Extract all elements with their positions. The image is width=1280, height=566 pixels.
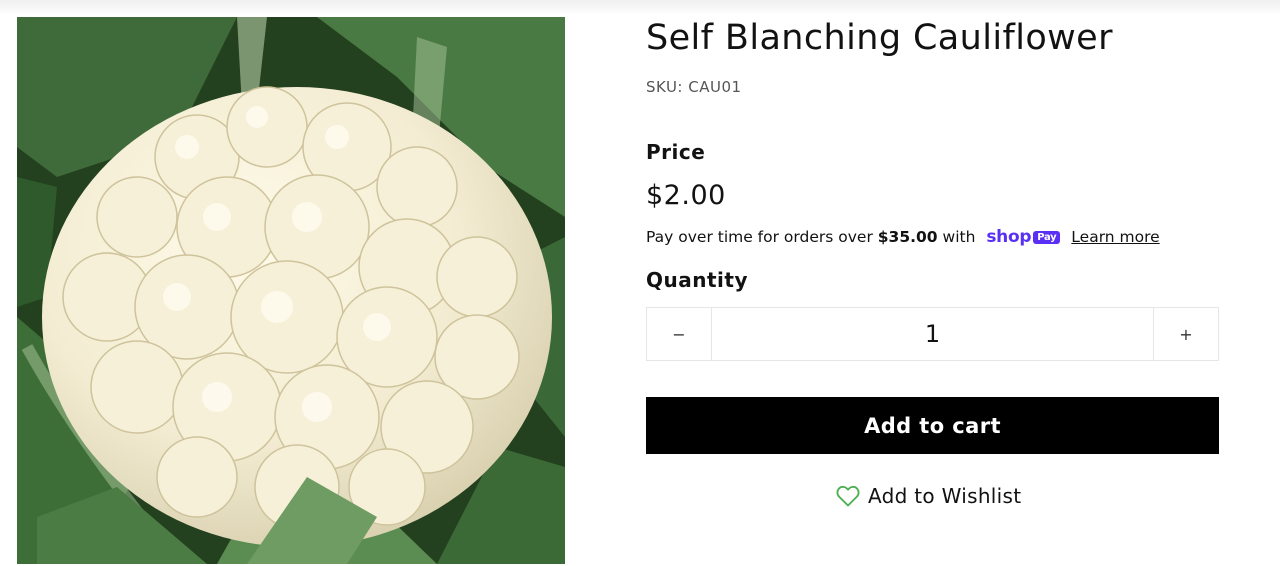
quantity-decrease-button[interactable]: − — [647, 308, 712, 360]
shop-pay-logo: shop Pay — [986, 227, 1061, 247]
quantity-input[interactable] — [712, 308, 1153, 360]
header-shadow — [0, 0, 1280, 16]
installments-with: with — [942, 228, 976, 246]
price-value: $2.00 — [646, 180, 726, 211]
quantity-stepper: − + — [646, 307, 1219, 361]
add-to-cart-button[interactable]: Add to cart — [646, 397, 1219, 454]
cauliflower-image — [17, 17, 565, 564]
heart-icon — [836, 485, 860, 507]
price-label: Price — [646, 140, 706, 164]
product-image[interactable] — [17, 17, 565, 564]
quantity-increase-button[interactable]: + — [1153, 308, 1218, 360]
quantity-label: Quantity — [646, 268, 748, 292]
shop-logo-text: shop — [986, 227, 1032, 247]
installments-message: Pay over time for orders over $35.00 wit… — [646, 227, 1160, 247]
wishlist-label: Add to Wishlist — [868, 484, 1022, 508]
learn-more-link[interactable]: Learn more — [1071, 228, 1159, 246]
installments-text: Pay over time for orders over — [646, 228, 873, 246]
add-to-wishlist-button[interactable]: Add to Wishlist — [836, 484, 1021, 508]
product-title: Self Blanching Cauliflower — [646, 18, 1113, 58]
installments-threshold: $35.00 — [877, 228, 938, 246]
product-sku: SKU: CAU01 — [646, 78, 742, 96]
pay-badge: Pay — [1033, 231, 1061, 244]
